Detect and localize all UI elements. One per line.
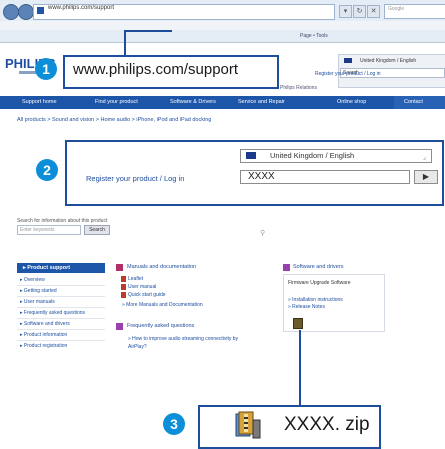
product-support-title: ▸ Product support bbox=[23, 265, 71, 271]
more-manuals-link[interactable]: » More Manuals and Documentation bbox=[122, 302, 203, 308]
register-label[interactable]: Register your product / Log in bbox=[86, 174, 184, 183]
uk-flag-icon bbox=[344, 58, 352, 63]
manual-leaflet[interactable]: Leaflet bbox=[128, 276, 143, 282]
step-badge-1: 1 bbox=[35, 58, 57, 80]
faq-icon bbox=[116, 323, 123, 330]
callout3-connector bbox=[299, 330, 301, 405]
release-notes-link[interactable]: » Release Notes bbox=[288, 304, 325, 310]
divider bbox=[17, 340, 105, 341]
firmware-title: Firmware Upgrade Software bbox=[288, 280, 351, 286]
zip-filename: XXXX. zip bbox=[284, 414, 370, 435]
resize-grip-icon: ⌟ bbox=[423, 155, 426, 161]
left-nav-product-info[interactable]: ▸ Product information bbox=[20, 332, 67, 338]
nav-service-repair[interactable]: Service and Repair bbox=[238, 99, 285, 105]
dropdown-icon[interactable]: ▾ bbox=[339, 5, 352, 18]
zip-small-icon[interactable] bbox=[293, 318, 303, 329]
divider bbox=[17, 318, 105, 319]
left-nav-getting-started[interactable]: ▸ Getting started bbox=[20, 288, 57, 294]
step-badge-3: 3 bbox=[163, 413, 185, 435]
main-nav bbox=[0, 96, 445, 109]
software-title[interactable]: Software and drivers bbox=[293, 264, 343, 270]
manual-user[interactable]: User manual bbox=[128, 284, 156, 290]
nav-contact-label: Contact bbox=[404, 99, 423, 105]
uk-flag-icon bbox=[246, 152, 256, 159]
step-badge-2: 2 bbox=[36, 159, 58, 181]
register-link-small[interactable]: Register your product / Log in bbox=[315, 71, 381, 77]
callout1-connector-h bbox=[124, 30, 172, 32]
divider bbox=[17, 285, 105, 286]
browser-search-placeholder: Google bbox=[388, 6, 405, 12]
language-selector[interactable]: United Kingdom / English bbox=[360, 58, 416, 64]
nav-software-drivers[interactable]: Software & Drivers bbox=[170, 99, 216, 105]
forward-button[interactable] bbox=[18, 4, 34, 20]
left-nav-user-manuals[interactable]: ▸ User manuals bbox=[20, 299, 55, 305]
browser-tools[interactable]: Page • Tools bbox=[300, 33, 328, 39]
callout-url-text: www.philips.com/support bbox=[73, 61, 239, 78]
relations-link[interactable]: Philips Relations bbox=[280, 85, 317, 91]
faq-title[interactable]: Frequently asked questions bbox=[127, 323, 194, 329]
installation-link[interactable]: » Installation instructions bbox=[288, 297, 343, 303]
site-icon bbox=[37, 7, 44, 14]
back-button[interactable] bbox=[3, 4, 19, 20]
pdf-icon bbox=[121, 284, 126, 290]
left-nav-overview[interactable]: ▸ Overview bbox=[20, 277, 45, 283]
callout1-connector bbox=[124, 30, 126, 56]
left-nav-registration[interactable]: ▸ Product registration bbox=[20, 343, 67, 349]
keyword-placeholder: Enter keywords bbox=[20, 227, 55, 233]
manual-quick-start[interactable]: Quick start guide bbox=[128, 292, 166, 298]
left-nav-faq[interactable]: ▸ Frequently asked questions bbox=[20, 310, 85, 316]
left-nav-software[interactable]: ▸ Software and drivers bbox=[20, 321, 70, 327]
zip-archive-icon[interactable] bbox=[234, 410, 262, 440]
software-icon bbox=[283, 264, 290, 271]
address-text: www.philips.com/support bbox=[48, 5, 115, 11]
pdf-icon bbox=[121, 276, 126, 282]
stop-icon[interactable]: ✕ bbox=[367, 5, 380, 18]
menu-bar bbox=[0, 21, 445, 30]
refresh-icon[interactable]: ↻ bbox=[353, 5, 366, 18]
divider bbox=[17, 307, 105, 308]
divider bbox=[17, 296, 105, 297]
play-arrow-icon[interactable]: ▶ bbox=[414, 170, 438, 184]
faq-item[interactable]: » How to improve audio streaming connect… bbox=[128, 335, 248, 351]
language-dropdown-text: United Kingdom / English bbox=[270, 151, 355, 160]
divider bbox=[17, 329, 105, 330]
nav-find-product[interactable]: Find your product bbox=[95, 99, 138, 105]
manual-icon bbox=[116, 264, 123, 271]
product-number-value: XXXX bbox=[248, 171, 275, 182]
search-button[interactable]: Search bbox=[84, 225, 110, 235]
nav-support-home[interactable]: Support home bbox=[22, 99, 57, 105]
search-section-label: Search for information about this produc… bbox=[17, 218, 108, 224]
manuals-title[interactable]: Manuals and documentation bbox=[127, 264, 196, 270]
magnifier-icon: ⚲ bbox=[260, 230, 266, 237]
nav-online-shop[interactable]: Online shop bbox=[337, 99, 366, 105]
pdf-icon bbox=[121, 292, 126, 298]
breadcrumb[interactable]: All products > Sound and vision > Home a… bbox=[17, 117, 211, 123]
